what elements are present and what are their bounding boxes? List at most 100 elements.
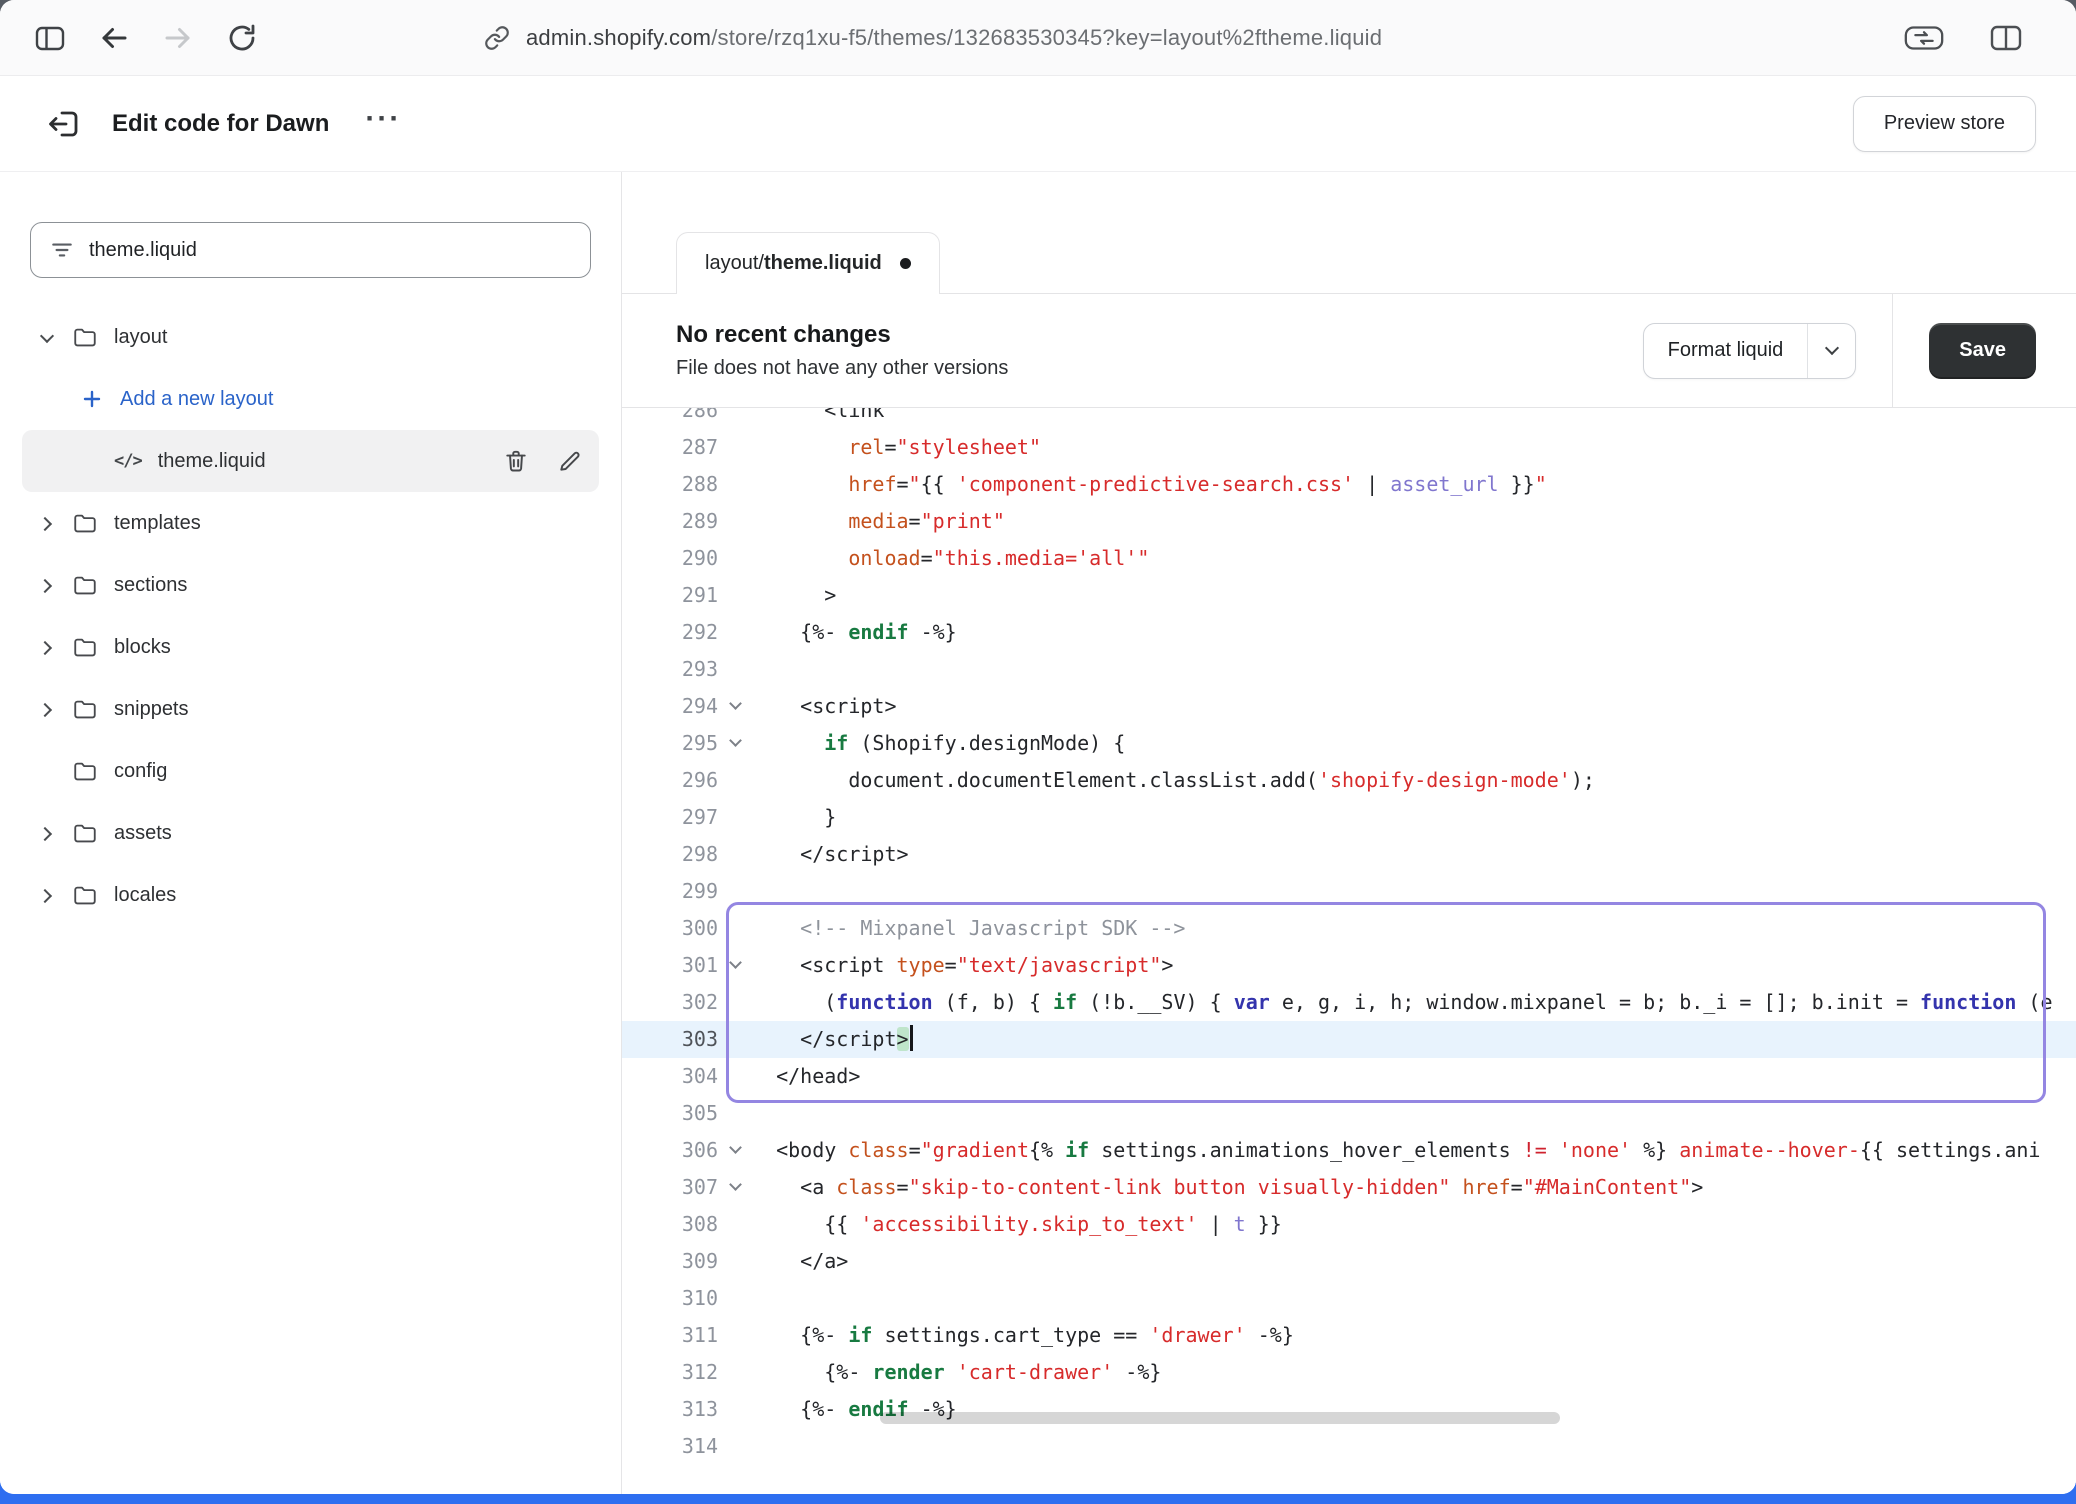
horizontal-scrollbar-thumb[interactable]: [880, 1412, 1560, 1424]
folder-icon: [72, 820, 98, 846]
fold-spacer: [718, 762, 752, 799]
folder-icon: [72, 324, 98, 350]
file-tree: layout Add a new layout</>theme.liquidtem…: [0, 306, 621, 926]
code-text: </head>: [752, 1058, 860, 1095]
url-path: /store/rzq1xu-f5/themes/132683530345?key…: [711, 25, 1382, 50]
chevron-down-icon[interactable]: [38, 328, 56, 346]
code-line-293: 293: [622, 651, 2076, 688]
line-number: 287: [622, 429, 718, 466]
fold-spacer: [718, 1317, 752, 1354]
code-text: media="print": [752, 503, 1005, 540]
code-line-287: 287 rel="stylesheet": [622, 429, 2076, 466]
sidebar-item-blocks[interactable]: blocks: [22, 616, 599, 678]
fold-toggle-icon[interactable]: [718, 1132, 752, 1169]
sidebar-item-snippets[interactable]: snippets: [22, 678, 599, 740]
chevron-right-icon[interactable]: [38, 638, 56, 656]
code-line-305: 305: [622, 1095, 2076, 1132]
line-number: 297: [622, 799, 718, 836]
code-editor[interactable]: 286 <link287 rel="stylesheet"288 href="{…: [622, 408, 2076, 1494]
fold-spacer: [718, 540, 752, 577]
pencil-icon: [557, 448, 583, 474]
text-cursor: [910, 1025, 913, 1051]
fold-toggle-icon[interactable]: [718, 688, 752, 725]
chevron-right-icon[interactable]: [38, 824, 56, 842]
file-filter-input[interactable]: [89, 239, 572, 262]
chevron-down-icon[interactable]: [1807, 324, 1855, 378]
code-line-304: 304 </head>: [622, 1058, 2076, 1095]
fold-spacer: [718, 1058, 752, 1095]
code-text: </script>: [752, 1021, 913, 1058]
line-number: 300: [622, 910, 718, 947]
code-text: <body class="gradient{% if settings.anim…: [752, 1132, 2040, 1169]
chevron-right-icon[interactable]: [38, 886, 56, 904]
sidebar-item-layout[interactable]: layout: [22, 306, 599, 368]
back-button[interactable]: [92, 16, 136, 60]
sidebar-item-theme-liquid[interactable]: </>theme.liquid: [22, 430, 599, 492]
filter-icon: [49, 237, 75, 263]
code-text: </script>: [752, 836, 909, 873]
code-content: 286 <link287 rel="stylesheet"288 href="{…: [622, 408, 2076, 1465]
line-number: 296: [622, 762, 718, 799]
folder-icon: [72, 634, 98, 660]
code-line-307: 307 <a class="skip-to-content-link butto…: [622, 1169, 2076, 1206]
line-number: 307: [622, 1169, 718, 1206]
sidebar-item-templates[interactable]: templates: [22, 492, 599, 554]
chevron-right-icon[interactable]: [38, 514, 56, 532]
address-bar[interactable]: admin.shopify.com/store/rzq1xu-f5/themes…: [484, 25, 1382, 51]
code-line-308: 308 {{ 'accessibility.skip_to_text' | t …: [622, 1206, 2076, 1243]
line-number: 291: [622, 577, 718, 614]
fold-spacer: [718, 408, 752, 429]
code-text: <script type="text/javascript">: [752, 947, 1173, 984]
trash-icon: [503, 448, 529, 474]
tab-label: layout/theme.liquid: [705, 252, 882, 275]
sidebar-toggle-icon[interactable]: [28, 16, 72, 60]
extension-icon[interactable]: [1902, 16, 1946, 60]
item-label: layout: [114, 326, 167, 349]
folder-icon: [72, 758, 98, 784]
chevron-right-icon[interactable]: [38, 576, 56, 594]
folder-icon: [72, 696, 98, 722]
code-line-295: 295 if (Shopify.designMode) {: [622, 725, 2076, 762]
code-line-299: 299: [622, 873, 2076, 910]
chevron-right-icon[interactable]: [38, 700, 56, 718]
code-line-290: 290 onload="this.media='all'": [622, 540, 2076, 577]
code-text: href="{{ 'component-predictive-search.cs…: [752, 466, 1547, 503]
tab-theme-liquid[interactable]: layout/theme.liquid: [676, 232, 940, 294]
item-label: blocks: [114, 636, 171, 659]
add-new-layout-button[interactable]: Add a new layout: [22, 368, 599, 430]
sidebar-item-locales[interactable]: locales: [22, 864, 599, 926]
link-icon: [484, 25, 510, 51]
line-number: 306: [622, 1132, 718, 1169]
more-options-button[interactable]: ···: [357, 109, 409, 139]
item-label: locales: [114, 884, 176, 907]
fold-toggle-icon[interactable]: [718, 947, 752, 984]
fold-spacer: [718, 466, 752, 503]
save-button[interactable]: Save: [1929, 323, 2036, 379]
fold-spacer: [718, 614, 752, 651]
line-number: 310: [622, 1280, 718, 1317]
exit-code-editor-button[interactable]: [40, 100, 88, 148]
forward-button[interactable]: [156, 16, 200, 60]
reload-button[interactable]: [220, 16, 264, 60]
sidebar-item-sections[interactable]: sections: [22, 554, 599, 616]
rename-file-button[interactable]: [557, 448, 583, 474]
code-line-292: 292 {%- endif -%}: [622, 614, 2076, 651]
fold-toggle-icon[interactable]: [718, 1169, 752, 1206]
format-liquid-button[interactable]: Format liquid: [1643, 323, 1857, 379]
split-view-icon[interactable]: [1984, 16, 2028, 60]
browser-window: admin.shopify.com/store/rzq1xu-f5/themes…: [0, 0, 2076, 1494]
line-number: 313: [622, 1391, 718, 1428]
line-number: 293: [622, 651, 718, 688]
preview-store-button[interactable]: Preview store: [1853, 96, 2036, 152]
code-line-297: 297 }: [622, 799, 2076, 836]
code-text: rel="stylesheet": [752, 429, 1041, 466]
code-line-309: 309 </a>: [622, 1243, 2076, 1280]
changes-subtitle: File does not have any other versions: [676, 357, 1008, 380]
sidebar-item-assets[interactable]: assets: [22, 802, 599, 864]
fold-spacer: [718, 799, 752, 836]
sidebar-item-config[interactable]: config: [22, 740, 599, 802]
format-liquid-label: Format liquid: [1644, 339, 1808, 362]
fold-toggle-icon[interactable]: [718, 725, 752, 762]
delete-file-button[interactable]: [503, 448, 529, 474]
line-number: 308: [622, 1206, 718, 1243]
